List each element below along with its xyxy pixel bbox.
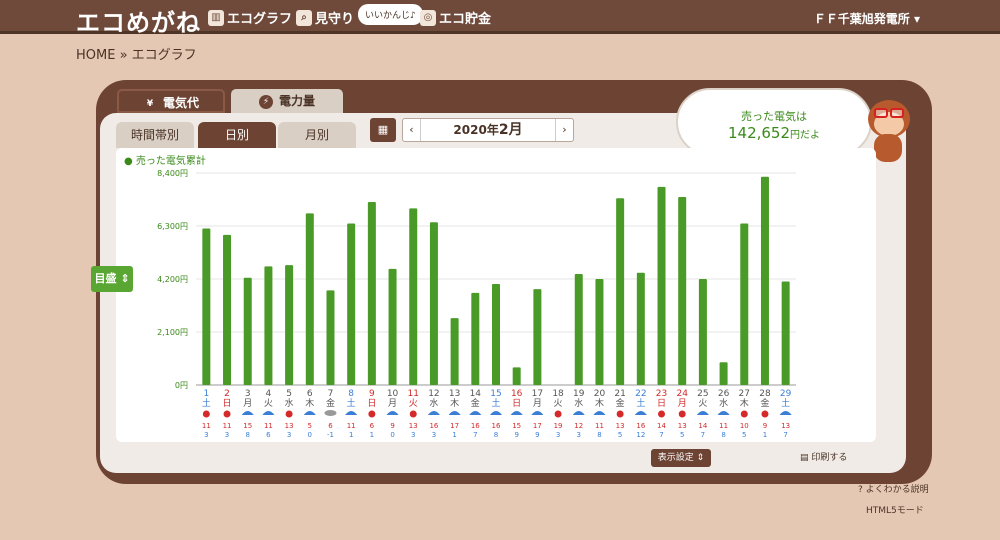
- top-bar: エコめがね ▥ エコグラフ ⌕ 見守り いいかんじ♪ ◎ エコ貯金 ＦＦ千葉旭発…: [0, 0, 1000, 37]
- subtab-monthly[interactable]: 月別: [278, 122, 356, 148]
- print-button[interactable]: ▤ 印刷する: [800, 449, 864, 467]
- legend-dot-icon: ●: [124, 156, 133, 167]
- prev-month-button[interactable]: ‹: [403, 119, 421, 141]
- nav-label: エコグラフ: [227, 12, 293, 27]
- summary-cloud: 売った電気は 142,652円だよ: [676, 88, 872, 156]
- next-month-button[interactable]: ›: [555, 119, 573, 141]
- tab-electricity-amount[interactable]: ⚡ 電力量: [231, 89, 343, 113]
- office-selector[interactable]: ＦＦ千葉旭発電所 ▾: [814, 10, 920, 27]
- calendar-icon[interactable]: ▦: [370, 118, 396, 142]
- subtab-hourly[interactable]: 時間帯別: [116, 122, 194, 148]
- scale-label: 目盛: [94, 272, 117, 285]
- yen-icon: ¥: [142, 96, 157, 111]
- coin-icon: ◎: [420, 9, 436, 26]
- printer-icon: ▤: [800, 453, 809, 463]
- tab-label: 電気代: [162, 96, 199, 110]
- help-link[interactable]: ? よくわかる説明: [858, 482, 929, 495]
- date-selector: ‹ 2020年2月 ›: [402, 118, 574, 142]
- summary-caption: 売った電気は: [741, 110, 807, 123]
- status-bubble: いいかんじ♪: [358, 4, 423, 25]
- chart-legend: ● 売った電気累計: [124, 152, 206, 167]
- tab-label: 電力量: [278, 94, 315, 108]
- nav-label: 見守り: [315, 12, 355, 27]
- display-settings-button[interactable]: 表示設定 ⇕: [651, 449, 711, 467]
- month-label: 2月: [498, 122, 523, 138]
- updown-icon: ⇕: [696, 453, 705, 463]
- office-name: ＦＦ千葉旭発電所: [813, 12, 910, 26]
- nav-eco-savings[interactable]: ◎ エコ貯金: [420, 8, 491, 27]
- subtab-daily[interactable]: 日別: [198, 122, 276, 148]
- help-icon: ?: [858, 485, 863, 495]
- app-logo[interactable]: エコめがね: [76, 3, 201, 38]
- help-label: よくわかる説明: [865, 485, 929, 495]
- caret-down-icon: ▾: [913, 12, 920, 26]
- magnifier-icon: ⌕: [296, 9, 312, 26]
- html5-mode-link[interactable]: HTML5モード: [866, 503, 924, 516]
- chart-panel: [116, 148, 876, 442]
- current-month: 2020年2月: [421, 119, 555, 141]
- breadcrumb: HOME » エコグラフ: [76, 48, 197, 63]
- nav-ecograph[interactable]: ▥ エコグラフ: [208, 8, 292, 27]
- scale-button[interactable]: 目盛 ⇕: [91, 266, 133, 292]
- nav-label: エコ貯金: [439, 12, 492, 27]
- tab-electricity-cost[interactable]: ¥ 電気代: [117, 89, 225, 113]
- year-label: 2020年: [453, 123, 499, 137]
- summary-amount: 142,652: [727, 124, 791, 142]
- print-label: 印刷する: [811, 453, 848, 463]
- legend-label: 売った電気累計: [135, 156, 206, 167]
- updown-icon: ⇕: [120, 272, 130, 285]
- summary-suffix: 円だよ: [790, 130, 821, 141]
- bolt-icon: ⚡: [258, 94, 273, 109]
- display-settings-label: 表示設定: [657, 453, 694, 463]
- graph-icon: ▥: [208, 9, 224, 26]
- nav-mimamori[interactable]: ⌕ 見守り: [296, 8, 354, 27]
